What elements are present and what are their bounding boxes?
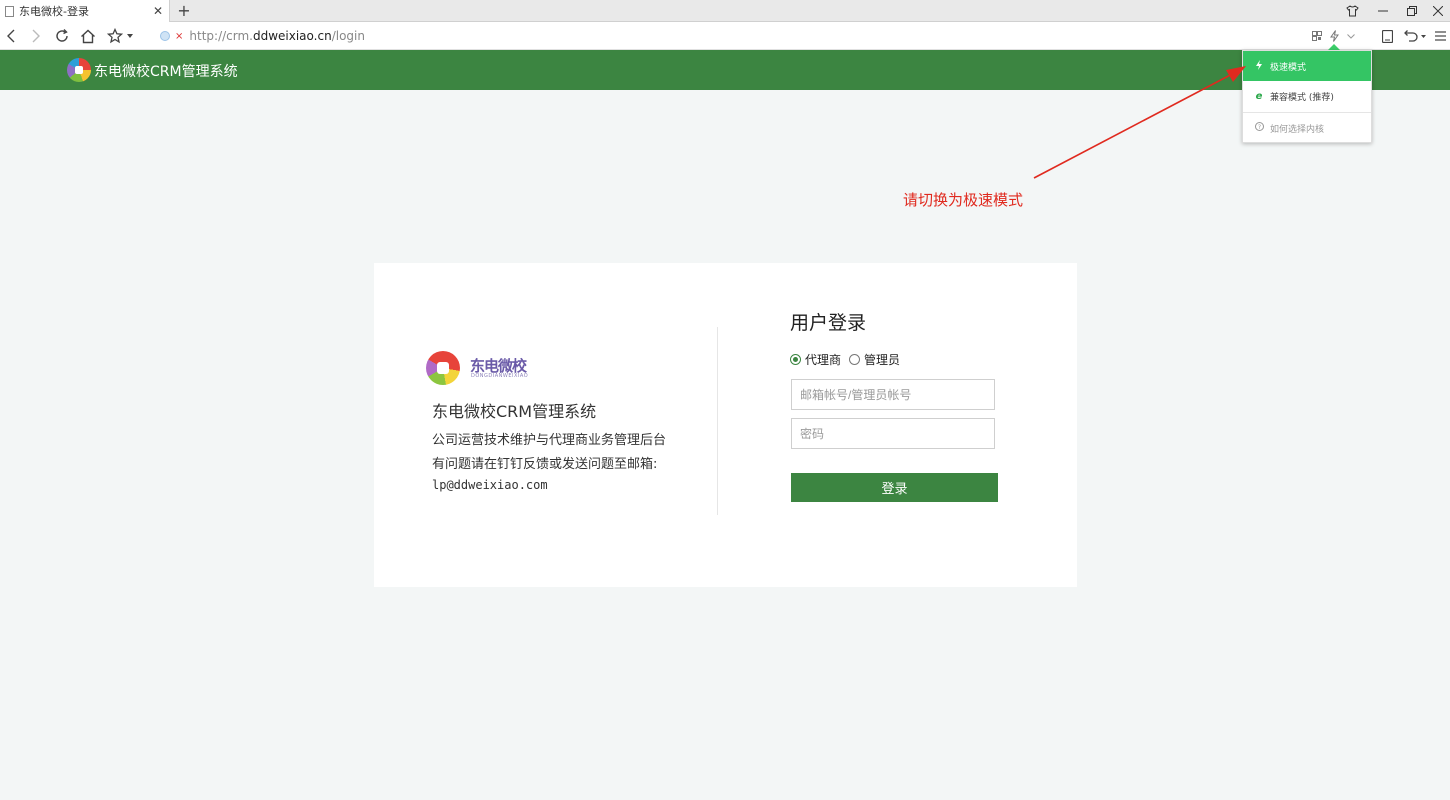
- undo-icon[interactable]: [1402, 25, 1420, 47]
- site-title: 东电微校CRM管理系统: [94, 64, 238, 80]
- kernel-mode-menu: 极速模式 e 兼容模式 (推荐) ? 如何选择内核: [1242, 50, 1372, 143]
- star-dropdown-icon[interactable]: [124, 25, 136, 47]
- radio-admin-label[interactable]: 管理员: [864, 351, 900, 368]
- page-icon: [5, 5, 14, 17]
- address-bar[interactable]: ⨯ http://crm. ddweixiao.cn /login: [160, 26, 365, 46]
- help-icon: ?: [1253, 122, 1265, 134]
- url-domain: ddweixiao.cn: [252, 29, 332, 43]
- svg-text:?: ?: [1257, 124, 1260, 131]
- login-card: 东电微校 DONGDIANWEIXIAO 东电微校CRM管理系统 公司运营技术维…: [374, 263, 1077, 587]
- tab-title: 东电微校-登录: [19, 5, 89, 18]
- kernel-dropdown-icon[interactable]: [1345, 25, 1357, 47]
- url-scheme: http://crm.: [189, 29, 253, 43]
- reader-icon[interactable]: [1378, 25, 1396, 47]
- feedback-note: 有问题请在钉钉反馈或发送问题至邮箱:: [432, 457, 658, 472]
- system-name: 东电微校CRM管理系统: [432, 402, 597, 421]
- back-icon[interactable]: [0, 25, 22, 47]
- role-selector: 代理商 管理员: [790, 351, 908, 368]
- menu-item-label: 兼容模式 (推荐): [1270, 92, 1334, 103]
- password-input[interactable]: [791, 418, 995, 449]
- lightning-icon: [1253, 59, 1265, 73]
- close-window-icon[interactable]: [1424, 0, 1450, 22]
- card-divider: [717, 327, 718, 515]
- radio-agent[interactable]: [790, 354, 801, 365]
- browser-tab-bar: 东电微校-登录 ✕ +: [0, 0, 1450, 22]
- insecure-icon[interactable]: ⨯: [175, 31, 183, 42]
- annotation-arrow: [1033, 66, 1246, 179]
- home-icon[interactable]: [77, 25, 99, 47]
- login-button[interactable]: 登录: [791, 473, 998, 502]
- restore-icon[interactable]: [1398, 0, 1426, 22]
- site-info-icon[interactable]: [160, 31, 170, 41]
- menu-item-help[interactable]: ? 如何选择内核: [1243, 113, 1371, 143]
- forward-icon[interactable]: [25, 25, 47, 47]
- browser-toolbar: ⨯ http://crm. ddweixiao.cn /login: [0, 22, 1450, 50]
- brand-logo-icon: [426, 351, 460, 385]
- ie-icon: e: [1255, 90, 1263, 102]
- new-tab-icon[interactable]: +: [176, 1, 192, 20]
- brand-name-pinyin: DONGDIANWEIXIAO: [471, 373, 529, 379]
- browser-tab[interactable]: 东电微校-登录 ✕: [0, 0, 170, 22]
- undo-dropdown-icon[interactable]: [1420, 25, 1426, 47]
- qr-code-icon[interactable]: [1310, 25, 1324, 47]
- contact-email: lp@ddweixiao.com: [432, 478, 548, 492]
- menu-item-speed-mode[interactable]: 极速模式: [1243, 51, 1371, 81]
- menu-item-compat-mode[interactable]: e 兼容模式 (推荐): [1243, 81, 1371, 111]
- close-icon[interactable]: ✕: [151, 4, 165, 18]
- radio-agent-label[interactable]: 代理商: [805, 351, 841, 368]
- account-input[interactable]: [791, 379, 995, 410]
- skin-icon[interactable]: [1338, 0, 1366, 22]
- minimize-icon[interactable]: [1369, 0, 1397, 22]
- annotation-text: 请切换为极速模式: [903, 191, 1024, 209]
- radio-admin[interactable]: [849, 354, 861, 365]
- login-title: 用户登录: [790, 312, 867, 334]
- system-description: 公司运营技术维护与代理商业务管理后台: [432, 433, 667, 448]
- menu-icon[interactable]: [1433, 25, 1447, 47]
- reload-icon[interactable]: [51, 25, 73, 47]
- logo-icon: [67, 58, 91, 82]
- menu-item-label: 如何选择内核: [1270, 124, 1325, 135]
- url-path: /login: [331, 29, 365, 43]
- menu-item-label: 极速模式: [1270, 62, 1307, 73]
- star-icon[interactable]: [104, 25, 126, 47]
